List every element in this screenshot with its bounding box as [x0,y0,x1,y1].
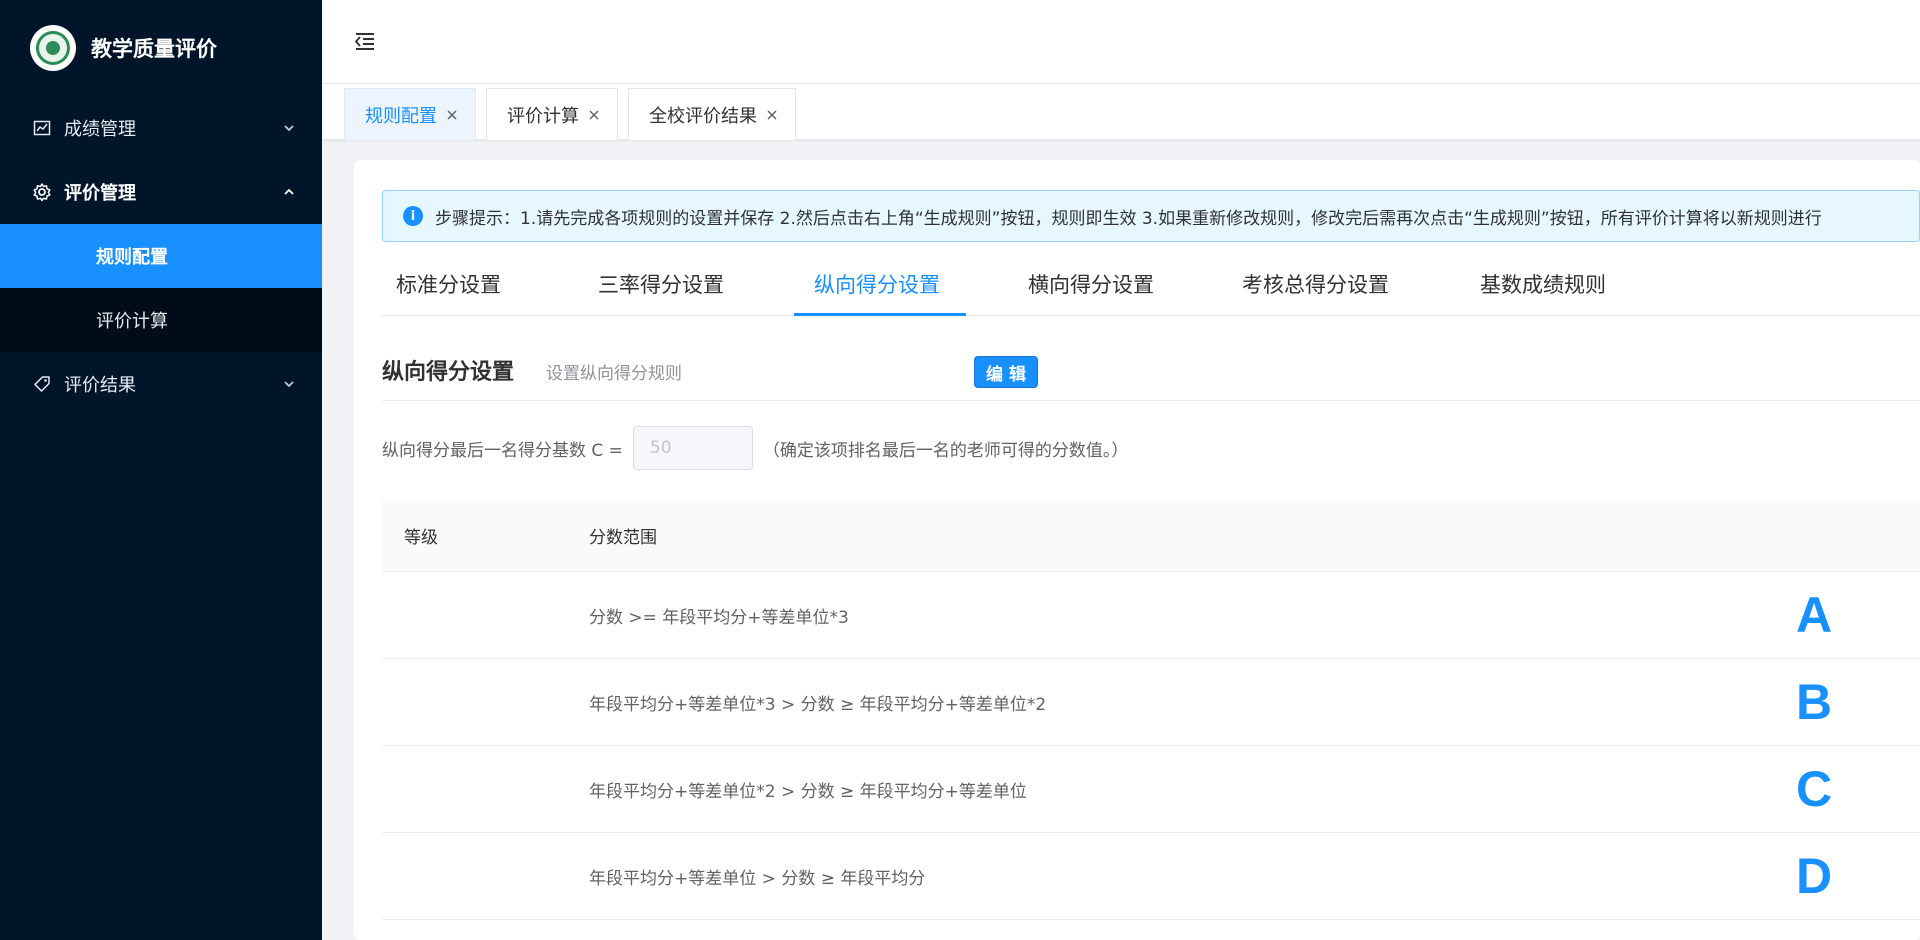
sidebar-item-rule-config[interactable]: 规则配置 [0,224,322,288]
table-row: 年段平均分+等差单位 > 分数 ≥ 年段平均分 D [382,833,1920,920]
base-score-input[interactable] [632,426,753,470]
section-title: 纵向得分设置 [382,360,515,385]
settings-tabs: 标准分设置 三率得分设置 纵向得分设置 横向得分设置 考核总得分设置 基数成绩规… [382,252,1920,316]
grade-label: A [1796,587,1833,643]
tags-view: 规则配置 评价计算 全校评价结果 [322,84,1920,140]
table-row: 分数 >= 年段平均分+等差单位*3 A [382,572,1920,659]
tag-label: 评价计算 [507,105,579,127]
chart-line-icon [32,118,52,138]
close-icon[interactable] [445,108,459,122]
sidebar-item-evaluation-results[interactable]: 评价结果 [0,352,322,416]
submenu-evaluation: 规则配置 评价计算 [0,224,322,352]
alert-text: 步骤提示：1.请先完成各项规则的设置并保存 2.然后点击右上角“生成规则”按钮，… [435,208,1822,229]
tab-total-score[interactable]: 考核总得分设置 [1242,252,1389,316]
sidebar-item-label: 评价结果 [64,375,136,396]
info-icon: i [403,206,423,226]
sidebar-item-evaluation-management[interactable]: 评价管理 [0,160,322,224]
grade-label: D [1796,848,1833,904]
close-icon[interactable] [587,108,601,122]
tag-school-results[interactable]: 全校评价结果 [628,88,796,140]
tag-rule-config[interactable]: 规则配置 [344,88,476,140]
section-subtitle: 设置纵向得分规则 [546,364,682,384]
tab-horizontal-score[interactable]: 横向得分设置 [1028,252,1154,316]
chevron-up-icon [284,188,294,195]
sidebar-item-label: 评价管理 [64,183,136,204]
sidebar: 教学质量评价 成绩管理 评价管理 规则配置 评价计算 评价结果 [0,0,322,940]
tag-evaluation-calc[interactable]: 评价计算 [486,88,618,140]
tab-vertical-score[interactable]: 纵向得分设置 [814,252,940,316]
gear-icon [32,182,52,202]
sidebar-item-score-management[interactable]: 成绩管理 [0,96,322,160]
grade-label: B [1796,674,1833,730]
close-icon[interactable] [765,108,779,122]
content-card: i 步骤提示：1.请先完成各项规则的设置并保存 2.然后点击右上角“生成规则”按… [354,160,1920,940]
grade-table: 等级 分数范围 分数 >= 年段平均分+等差单位*3 A 年段平均分+等差单位*… [382,500,1920,920]
tag-icon [32,374,52,394]
tag-label: 规则配置 [365,105,437,127]
cell-range: 年段平均分+等差单位*2 > 分数 ≥ 年段平均分+等差单位 [589,781,1027,802]
chevron-down-icon [284,381,294,388]
tab-standard-score[interactable]: 标准分设置 [396,252,501,316]
edit-button[interactable]: 编 辑 [974,356,1038,388]
base-score-label: 纵向得分最后一名得分基数 C = [382,440,623,461]
brand: 教学质量评价 [0,0,322,96]
tag-label: 全校评价结果 [649,105,757,127]
step-alert: i 步骤提示：1.请先完成各项规则的设置并保存 2.然后点击右上角“生成规则”按… [382,190,1920,242]
chevron-down-icon [284,125,294,132]
column-header-range: 分数范围 [589,528,657,548]
column-header-level: 等级 [404,528,438,548]
cell-range: 年段平均分+等差单位*3 > 分数 ≥ 年段平均分+等差单位*2 [589,694,1047,715]
tab-three-rate-score[interactable]: 三率得分设置 [598,252,724,316]
cell-range: 分数 >= 年段平均分+等差单位*3 [589,607,849,628]
top-header [322,0,1920,84]
table-row: 年段平均分+等差单位*3 > 分数 ≥ 年段平均分+等差单位*2 B [382,659,1920,746]
grade-label: C [1796,761,1833,817]
brand-title: 教学质量评价 [91,37,217,61]
menu-fold-icon[interactable] [352,28,378,54]
sidebar-item-evaluation-calc[interactable]: 评价计算 [0,288,322,352]
table-header: 等级 分数范围 [382,500,1920,572]
table-row: 年段平均分+等差单位*2 > 分数 ≥ 年段平均分+等差单位 C [382,746,1920,833]
sidebar-item-label: 成绩管理 [64,119,136,140]
cell-range: 年段平均分+等差单位 > 分数 ≥ 年段平均分 [589,868,926,889]
base-score-row: 纵向得分最后一名得分基数 C = （确定该项排名最后一名的老师可得的分数值。） [382,426,1128,470]
tab-base-score-rule[interactable]: 基数成绩规则 [1480,252,1606,316]
base-score-hint: （确定该项排名最后一名的老师可得的分数值。） [762,440,1129,461]
active-tab-indicator [794,313,966,316]
logo [30,25,76,71]
section-divider [382,400,1920,401]
